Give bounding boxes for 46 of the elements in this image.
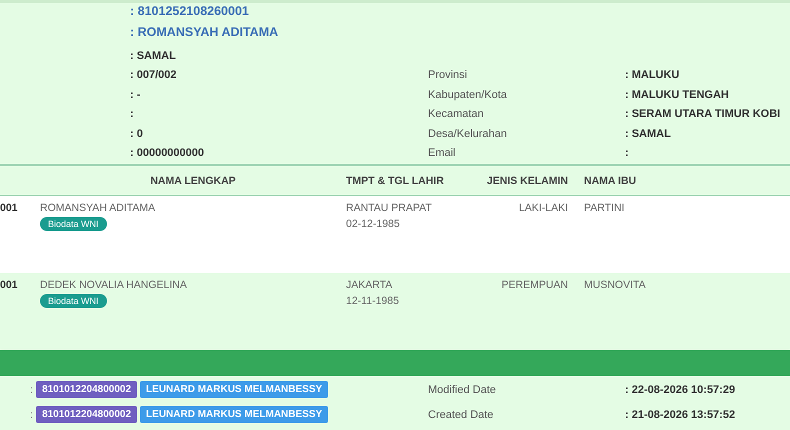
field-value: : 007/002	[130, 69, 178, 82]
status-badge: Biodata WNI	[40, 217, 107, 231]
field-value: : 8101252108260001	[130, 4, 250, 20]
table-cell-text: 02-12-1985	[346, 218, 401, 230]
table-cell-text: RANTAU PRAPAT	[346, 202, 433, 214]
table-cell-text: JAKARTA	[346, 279, 394, 291]
table-cell-text: 12-11-1985	[346, 295, 400, 307]
field-value: : SERAM UTARA TIMUR KOBI	[625, 108, 782, 120]
field-value: : 21-08-2026 13:57:52	[625, 408, 736, 420]
field-value: :	[130, 108, 135, 120]
table-cell-text: LAKI-LAKI	[518, 202, 569, 214]
field-value: : MALUKU TENGAH	[625, 88, 730, 101]
id-badge: 8101012204800002	[36, 381, 138, 398]
table-cell: DEDEK NOVALIA HANGELINA	[40, 279, 187, 291]
field-value: : 0	[130, 128, 144, 140]
field-label: Provinsi	[428, 69, 468, 82]
table-cell-text: 001	[0, 279, 19, 291]
field-value: :	[625, 147, 630, 160]
field-label: Modified Date	[428, 384, 497, 396]
id-badge: 8101012204800002	[36, 406, 138, 423]
field-value: : 22-08-2026 10:57:29	[625, 384, 736, 396]
field-label: Created Date	[428, 408, 494, 420]
field-label: Kecamatan	[428, 108, 485, 120]
table-cell-text: 001	[0, 202, 19, 214]
table-cell-text: PEREMPUAN	[500, 279, 569, 291]
status-badge: Biodata WNI	[40, 294, 107, 308]
field-label: Kabupaten/Kota	[428, 88, 508, 101]
column-header: NAMA LENGKAP	[149, 174, 237, 186]
user-badge: LEUNARD MARKUS MELMANBESSY	[140, 381, 328, 398]
column-header: NAMA IBU	[583, 174, 638, 186]
field-label: Desa/Kelurahan	[428, 128, 508, 140]
table-cell-text: MUSNOVITA	[583, 279, 647, 291]
column-header: TMPT & TGL LAHIR	[346, 174, 445, 186]
field-value: : 00000000000	[130, 147, 206, 160]
field-value: : SAMAL	[130, 50, 177, 62]
table-cell: ROMANSYAH ADITAMA	[40, 202, 156, 214]
field-value: : SAMAL	[625, 128, 672, 140]
field-value: : -	[130, 88, 142, 101]
table-cell-text: PARTINI	[583, 202, 626, 214]
column-header: JENIS KELAMIN	[486, 174, 569, 186]
colon-separator: :	[30, 384, 34, 396]
field-value: : ROMANSYAH ADITAMA	[130, 25, 280, 41]
field-label: Email	[428, 147, 457, 160]
colon-separator: :	[30, 408, 34, 420]
field-value: : MALUKU	[625, 69, 680, 82]
user-badge: LEUNARD MARKUS MELMANBESSY	[140, 406, 328, 423]
